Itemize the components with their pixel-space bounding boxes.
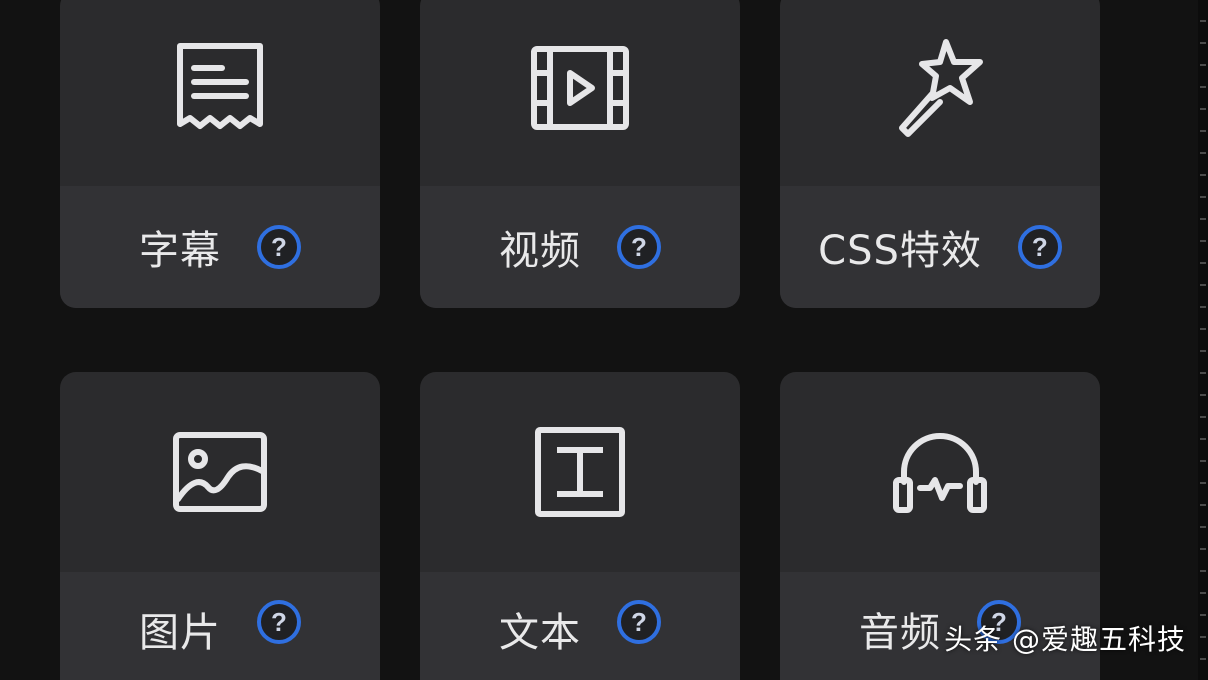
- scrollbar-tick: [1200, 130, 1206, 132]
- tile-label: CSS特效: [818, 228, 982, 274]
- scrollbar-tick: [1200, 504, 1206, 506]
- help-icon[interactable]: ?: [617, 600, 661, 644]
- tile-icon-area: [780, 372, 1100, 572]
- scrollbar-tick: [1200, 526, 1206, 528]
- scrollbar-tick: [1200, 416, 1206, 418]
- scrollbar-tick: [1200, 482, 1206, 484]
- tile-label-bar: 文本 ?: [420, 572, 740, 680]
- scrollbar-tick: [1200, 262, 1206, 264]
- scrollbar-tick: [1200, 592, 1206, 594]
- scrollbar-tick: [1200, 152, 1206, 154]
- tile-icon-area: [60, 372, 380, 572]
- scrollbar[interactable]: [1198, 0, 1208, 680]
- scrollbar-tick: [1200, 86, 1206, 88]
- scrollbar-tick: [1200, 108, 1206, 110]
- stage: 字幕 ? 视频 ? CSS特效 ? 图片 ? 文本 ? 音频 ? 头条 @爱趣五…: [0, 0, 1208, 680]
- scrollbar-tick: [1200, 658, 1206, 660]
- scrollbar-tick: [1200, 42, 1206, 44]
- scrollbar-tick: [1200, 196, 1206, 198]
- scrollbar-tick: [1200, 438, 1206, 440]
- tile-video[interactable]: 视频 ?: [420, 0, 740, 308]
- headphones-icon: [893, 433, 987, 513]
- image-icon: [173, 432, 267, 512]
- tile-icon-area: [60, 0, 380, 186]
- tile-label: 文本: [499, 610, 581, 656]
- scrollbar-tick: [1200, 548, 1206, 550]
- scrollbar-tick: [1200, 64, 1206, 66]
- scrollbar-tick: [1200, 614, 1206, 616]
- tile-label: 图片: [139, 610, 221, 656]
- help-icon[interactable]: ?: [257, 600, 301, 644]
- scrollbar-tick: [1200, 570, 1206, 572]
- help-icon[interactable]: ?: [1017, 225, 1062, 269]
- scrollbar-tick: [1200, 372, 1206, 374]
- tile-icon-area: [420, 0, 740, 186]
- tile-label: 字幕: [139, 228, 221, 274]
- scrollbar-tick: [1200, 240, 1206, 242]
- tile-label: 音频: [859, 610, 941, 656]
- scrollbar-tick: [1200, 174, 1206, 176]
- tile-label-bar: 字幕 ?: [60, 186, 380, 308]
- scrollbar-tick: [1200, 20, 1206, 22]
- magic-wand-icon: [899, 39, 983, 137]
- scrollbar-tick: [1200, 460, 1206, 462]
- scrollbar-tick: [1200, 218, 1206, 220]
- tile-icon-area: [420, 372, 740, 572]
- scrollbar-tick: [1200, 636, 1206, 638]
- tile-icon-area: [780, 0, 1100, 186]
- tile-label-bar: 视频 ?: [420, 186, 740, 308]
- tile-image[interactable]: 图片 ?: [60, 372, 380, 680]
- tile-label: 视频: [499, 228, 581, 274]
- tile-subtitle[interactable]: 字幕 ?: [60, 0, 380, 308]
- scrollbar-tick: [1200, 284, 1206, 286]
- help-icon[interactable]: ?: [257, 225, 301, 269]
- help-icon[interactable]: ?: [617, 225, 661, 269]
- video-film-icon: [531, 46, 629, 130]
- subtitle-receipt-icon: [177, 43, 263, 129]
- scrollbar-tick: [1200, 394, 1206, 396]
- scrollbar-tick: [1200, 306, 1206, 308]
- text-icon: [535, 427, 625, 517]
- tile-text[interactable]: 文本 ?: [420, 372, 740, 680]
- tile-label-bar: CSS特效 ?: [780, 186, 1100, 308]
- scrollbar-tick: [1200, 328, 1206, 330]
- tile-label-bar: 图片 ?: [60, 572, 380, 680]
- tile-css-effects[interactable]: CSS特效 ?: [780, 0, 1100, 308]
- scrollbar-tick: [1200, 350, 1206, 352]
- watermark: 头条 @爱趣五科技: [944, 623, 1186, 656]
